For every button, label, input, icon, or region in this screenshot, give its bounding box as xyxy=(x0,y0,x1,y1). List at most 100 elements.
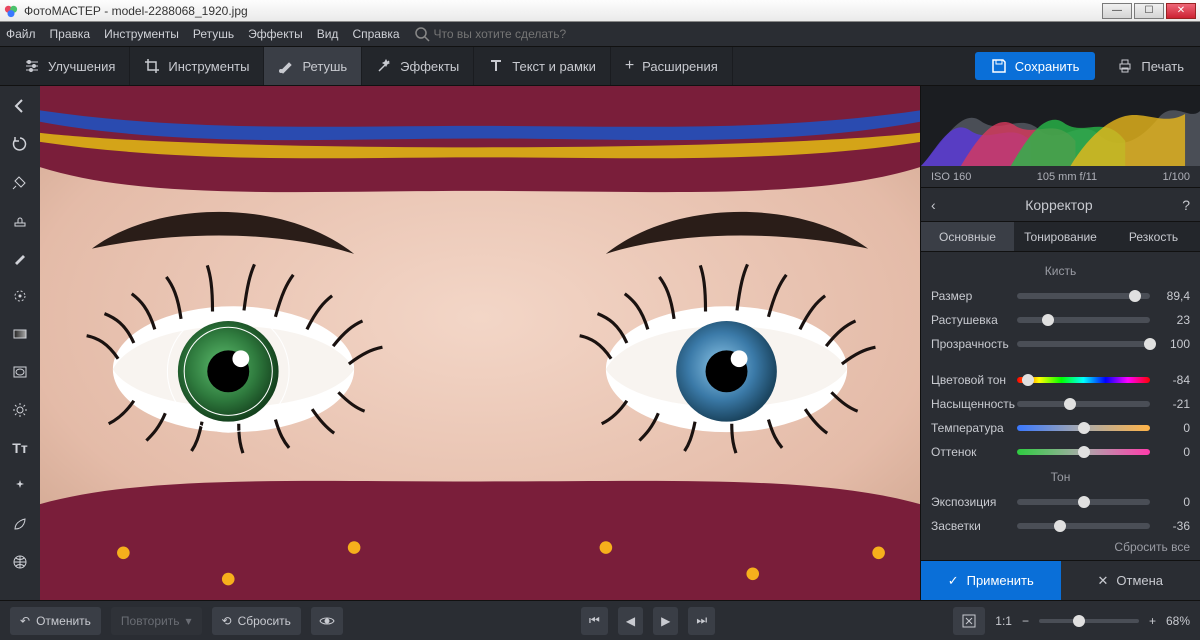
nav-next[interactable]: ▶ xyxy=(653,607,678,635)
section-tone: Тон xyxy=(931,470,1190,484)
cancel-button[interactable]: ✕Отмена xyxy=(1061,561,1200,600)
exif-iso: ISO 160 xyxy=(931,171,971,183)
text-tool-icon[interactable]: Tт xyxy=(10,438,30,458)
subtab-sharp[interactable]: Резкость xyxy=(1107,222,1200,251)
eye-icon xyxy=(319,613,335,629)
back-arrow-icon[interactable] xyxy=(10,96,30,116)
wand-icon xyxy=(376,58,392,74)
slider-size-track[interactable] xyxy=(1017,293,1150,299)
save-button[interactable]: Сохранить xyxy=(975,52,1096,80)
menu-effects[interactable]: Эффекты xyxy=(248,27,303,41)
window-titlebar: ФотоМАСТЕР - model-2288068_1920.jpg — ☐ … xyxy=(0,0,1200,22)
slider-opacity: Прозрачность100 xyxy=(931,332,1190,356)
menu-edit[interactable]: Правка xyxy=(50,27,91,41)
tab-tools[interactable]: Инструменты xyxy=(130,47,264,85)
bottom-bar: ↶Отменить Повторить▾ ⟲Сбросить ⏮ ◀ ▶ ⏭ 1… xyxy=(0,600,1200,640)
slider-high-label: Засветки xyxy=(931,519,1011,533)
menu-file[interactable]: Файл xyxy=(6,27,36,41)
right-panel: ISO 160 105 mm f/11 1/100 ‹ Корректор ? … xyxy=(920,86,1200,600)
slider-opacity-value: 100 xyxy=(1156,337,1190,351)
window-close[interactable]: ✕ xyxy=(1166,3,1196,19)
sun-icon[interactable] xyxy=(10,400,30,420)
heal-icon[interactable] xyxy=(10,172,30,192)
slider-high-value: -36 xyxy=(1156,519,1190,533)
slider-hue-label: Цветовой тон xyxy=(931,373,1011,387)
redo-button[interactable]: Повторить▾ xyxy=(111,607,202,635)
menu-retouch[interactable]: Ретушь xyxy=(193,27,234,41)
slider-expo: Экспозиция 0 xyxy=(931,490,1190,514)
menubar: Файл Правка Инструменты Ретушь Эффекты В… xyxy=(0,22,1200,46)
panel-subtabs: Основные Тонирование Резкость xyxy=(921,222,1200,252)
tab-extensions[interactable]: +Расширения xyxy=(611,47,733,85)
zoom-plus[interactable]: + xyxy=(1149,614,1156,628)
compare-button[interactable] xyxy=(311,607,343,635)
stamp-icon[interactable] xyxy=(10,210,30,230)
slider-expo-track[interactable] xyxy=(1017,499,1150,505)
nav-first[interactable]: ⏮ xyxy=(581,607,608,635)
slider-temp-label: Температура xyxy=(931,421,1011,435)
zoom-slider[interactable] xyxy=(1039,619,1139,623)
slider-hue-track[interactable] xyxy=(1017,377,1150,383)
panel-title: Корректор xyxy=(936,197,1183,213)
menu-view[interactable]: Вид xyxy=(317,27,339,41)
slider-high: Засветки -36 xyxy=(931,514,1190,534)
tab-effects[interactable]: Эффекты xyxy=(362,47,474,85)
tab-retouch[interactable]: Ретушь xyxy=(264,47,362,85)
rotate-icon[interactable] xyxy=(10,134,30,154)
slider-expo-label: Экспозиция xyxy=(931,495,1011,509)
zoom-ratio[interactable]: 1:1 xyxy=(995,614,1012,628)
subtab-basic[interactable]: Основные xyxy=(921,222,1014,251)
window-maximize[interactable]: ☐ xyxy=(1134,3,1164,19)
slider-hue-value: -84 xyxy=(1156,373,1190,387)
window-minimize[interactable]: — xyxy=(1102,3,1132,19)
fit-icon xyxy=(961,613,977,629)
slider-high-track[interactable] xyxy=(1017,523,1150,529)
slider-size-value: 89,4 xyxy=(1156,289,1190,303)
slider-tint-track[interactable] xyxy=(1017,449,1150,455)
sparkle-icon[interactable] xyxy=(10,476,30,496)
nav-last[interactable]: ⏭ xyxy=(688,607,715,635)
small-brush-icon[interactable] xyxy=(10,248,30,268)
nav-prev[interactable]: ◀ xyxy=(618,607,643,635)
tab-text[interactable]: Текст и рамки xyxy=(474,47,611,85)
reset-icon: ⟲ xyxy=(222,614,232,628)
undo-button[interactable]: ↶Отменить xyxy=(10,607,101,635)
radial-icon[interactable] xyxy=(10,286,30,306)
undo-icon: ↶ xyxy=(20,614,30,628)
chevron-down-icon: ▾ xyxy=(185,614,191,628)
section-brush: Кисть xyxy=(931,264,1190,278)
subtab-toning[interactable]: Тонирование xyxy=(1014,222,1107,251)
globe-icon[interactable] xyxy=(10,552,30,572)
slider-sat-track[interactable] xyxy=(1017,401,1150,407)
apply-button[interactable]: ✓Применить xyxy=(921,561,1061,600)
main-tabs: Улучшения Инструменты Ретушь Эффекты Тек… xyxy=(0,46,1200,86)
panel-help-icon[interactable]: ? xyxy=(1182,197,1190,213)
slider-expo-value: 0 xyxy=(1156,495,1190,509)
controls-scroll[interactable]: Кисть Размер89,4Растушевка23Прозрачность… xyxy=(921,252,1200,534)
tab-effects-label: Эффекты xyxy=(400,59,459,74)
slider-temp-track[interactable] xyxy=(1017,425,1150,431)
zoom-minus[interactable]: − xyxy=(1022,614,1029,628)
save-icon xyxy=(991,58,1007,74)
slider-feather-track[interactable] xyxy=(1017,317,1150,323)
reset-button[interactable]: ⟲Сбросить xyxy=(212,607,301,635)
menu-tools[interactable]: Инструменты xyxy=(104,27,179,41)
slider-temp: Температура0 xyxy=(931,416,1190,440)
slider-opacity-track[interactable] xyxy=(1017,341,1150,347)
gradient-icon[interactable] xyxy=(10,324,30,344)
reset-all[interactable]: Сбросить все xyxy=(921,534,1200,560)
print-button[interactable]: Печать xyxy=(1101,47,1200,85)
text-icon xyxy=(488,58,504,74)
slider-tint-label: Оттенок xyxy=(931,445,1011,459)
canvas[interactable] xyxy=(40,86,920,600)
fit-button[interactable] xyxy=(953,607,985,635)
slider-tint-value: 0 xyxy=(1156,445,1190,459)
vignette-icon[interactable] xyxy=(10,362,30,382)
panel-header: ‹ Корректор ? xyxy=(921,188,1200,222)
search-input[interactable] xyxy=(434,27,694,41)
exif-bar: ISO 160 105 mm f/11 1/100 xyxy=(921,166,1200,188)
tab-enhance[interactable]: Улучшения xyxy=(10,47,130,85)
menu-help[interactable]: Справка xyxy=(352,27,399,41)
tab-text-label: Текст и рамки xyxy=(512,59,596,74)
leaf-icon[interactable] xyxy=(10,514,30,534)
